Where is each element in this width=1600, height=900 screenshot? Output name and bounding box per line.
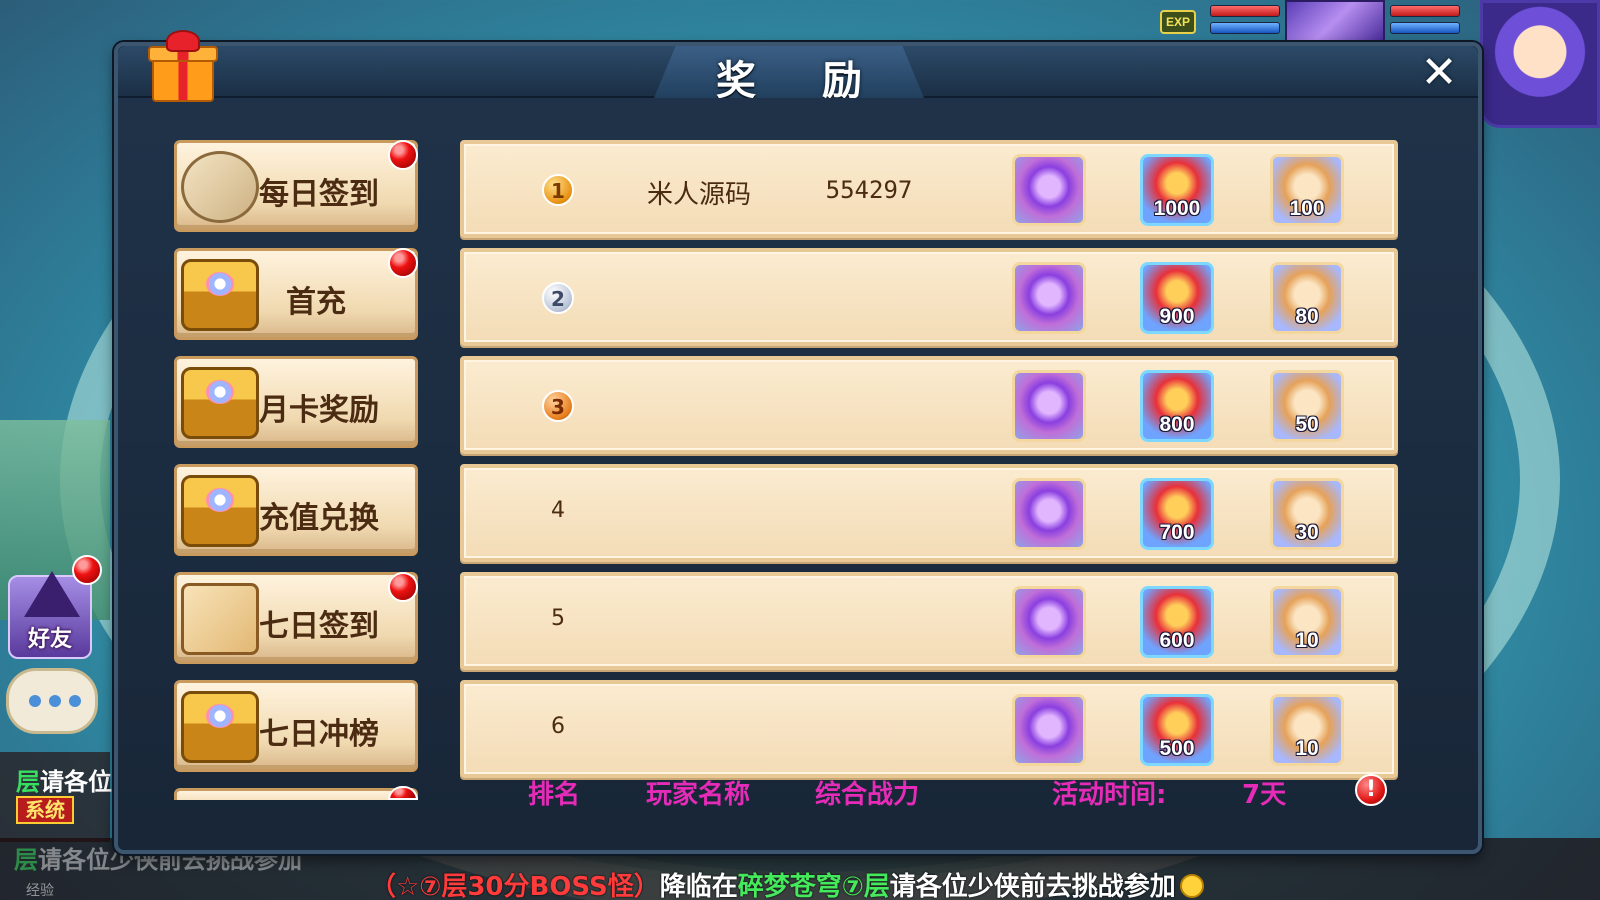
notification-dot [388, 572, 418, 602]
money-bag-reward-icon[interactable]: 80 [1270, 262, 1344, 334]
combat-power: 554297 [825, 176, 913, 204]
gift-pack-reward-icon[interactable]: 800 [1140, 370, 1214, 442]
player-mp-bar [1390, 22, 1460, 34]
money-bag-reward-icon[interactable]: 30 [1270, 478, 1344, 550]
treasure-chest-icon [181, 475, 259, 547]
title-plate: 奖 励 [654, 46, 924, 98]
ranking-row: 6 500 10 [460, 680, 1398, 778]
menu-item-daily-checkin[interactable]: 每日签到 [174, 140, 418, 232]
reward-count: 900 [1159, 305, 1195, 328]
activity-time-value: 7天 [1242, 780, 1287, 810]
menu-item-label: 每日签到 [259, 177, 379, 212]
rank-number: 5 [551, 606, 565, 631]
gift-pack-reward-icon[interactable]: 900 [1140, 262, 1214, 334]
rank-silver-medal-icon: 2 [542, 282, 574, 314]
gift-pack-reward-icon[interactable]: 1000 [1140, 154, 1214, 226]
menu-item-first-recharge[interactable]: 首充 [174, 248, 418, 340]
rank-number: 6 [551, 714, 565, 739]
reward-count: 80 [1295, 305, 1319, 328]
rank-column-header: 排名 [528, 780, 581, 810]
activity-time-label: 活动时间: [1052, 780, 1167, 810]
ranking-row: 3 800 50 [460, 356, 1398, 454]
friend-notification-dot [72, 555, 102, 585]
power-column-header: 综合战力 [815, 780, 920, 810]
reward-count: 30 [1295, 521, 1319, 544]
player-name: 米人源码 [646, 180, 751, 210]
gift-box-icon [148, 30, 218, 104]
player-column-header: 玩家名称 [646, 780, 751, 810]
announcement-text: （☆⑦层30分BOSS怪）降临在碎梦苍穹⑦层请各位少侠前去挑战参加 [370, 866, 1204, 900]
money-bag-reward-icon[interactable]: 10 [1270, 586, 1344, 658]
exp-bar-label: 经验 [26, 883, 54, 899]
purple-scroll-reward-icon[interactable] [1012, 586, 1086, 658]
friend-button[interactable]: 好友 [8, 571, 92, 659]
smile-emoji-icon [1179, 874, 1204, 898]
menu-item-seven-day-checkin[interactable]: 七日签到 [174, 572, 418, 664]
money-bag-reward-icon[interactable]: 10 [1270, 694, 1344, 766]
purple-scroll-reward-icon[interactable] [1012, 262, 1086, 334]
map-scroll-icon [181, 583, 259, 655]
treasure-chest-icon [181, 367, 259, 439]
purple-scroll-reward-icon[interactable] [1012, 478, 1086, 550]
menu-item-label: 首充 [286, 285, 346, 320]
purple-scroll-reward-icon[interactable] [1012, 370, 1086, 442]
menu-item-recharge-exchange[interactable]: 充值兑换 [174, 464, 418, 556]
rank-number: 4 [551, 498, 565, 523]
reward-count: 500 [1159, 737, 1195, 760]
ranking-row: 4 700 30 [460, 464, 1398, 562]
chat-dot-icon [29, 695, 41, 707]
chat-button[interactable] [6, 668, 98, 734]
notification-dot [388, 248, 418, 278]
scroll-icon [181, 151, 259, 223]
purple-scroll-reward-icon[interactable] [1012, 154, 1086, 226]
wizard-hat-icon [24, 571, 80, 617]
dialog-title: 奖 励 [716, 58, 888, 104]
pet-portrait[interactable] [1285, 0, 1385, 42]
reward-count: 10 [1295, 737, 1319, 760]
gift-pack-reward-icon[interactable]: 700 [1140, 478, 1214, 550]
gift-pack-reward-icon[interactable]: 500 [1140, 694, 1214, 766]
ranking-row: 1 米人源码 554297 1000 100 [460, 140, 1398, 238]
menu-item-label: 月卡奖励 [259, 393, 379, 428]
chat-dot-icon [69, 695, 81, 707]
ranking-row: 2 900 80 [460, 248, 1398, 346]
ranking-row: 5 600 10 [460, 572, 1398, 670]
menu-item-label: 充值兑换 [259, 501, 379, 536]
menu-item-seven-day-ranking[interactable]: 七日冲榜 [174, 680, 418, 772]
reward-count: 600 [1159, 629, 1195, 652]
pet-mp-bar [1210, 22, 1280, 34]
menu-item-partial[interactable] [174, 788, 418, 800]
menu-item-label: 七日签到 [259, 609, 379, 644]
player-hp-bar [1390, 5, 1460, 17]
notification-dot [388, 140, 418, 170]
reward-count: 1000 [1153, 197, 1201, 220]
gift-pack-reward-icon[interactable]: 600 [1140, 586, 1214, 658]
money-bag-reward-icon[interactable]: 50 [1270, 370, 1344, 442]
chat-dot-icon [49, 695, 61, 707]
rank-gold-medal-icon: 1 [542, 174, 574, 206]
reward-count: 700 [1159, 521, 1195, 544]
reward-count: 100 [1289, 197, 1325, 220]
pet-hp-bar [1210, 5, 1280, 17]
menu-item-label: 七日冲榜 [259, 717, 379, 752]
reward-count: 50 [1295, 413, 1319, 436]
chat-message: 层请各位 [16, 768, 112, 796]
exp-icon[interactable]: EXP [1160, 10, 1196, 34]
dialog-header: 奖 励 ✕ [118, 46, 1478, 98]
reward-count: 800 [1159, 413, 1195, 436]
close-button[interactable]: ✕ [1416, 50, 1462, 96]
reward-category-menu: 每日签到 首充 月卡奖励 充值兑换 七日签到 七日冲榜 [174, 140, 420, 800]
money-bag-reward-icon[interactable]: 100 [1270, 154, 1344, 226]
menu-item-monthly-card[interactable]: 月卡奖励 [174, 356, 418, 448]
system-channel-tag: 系统 [16, 796, 74, 824]
reward-count: 10 [1295, 629, 1319, 652]
purple-scroll-reward-icon[interactable] [1012, 694, 1086, 766]
friend-label: 好友 [27, 627, 72, 652]
hero-portrait-avatar[interactable] [1480, 0, 1600, 128]
info-icon[interactable]: ! [1355, 774, 1387, 806]
treasure-chest-icon [181, 691, 259, 763]
rank-bronze-medal-icon: 3 [542, 390, 574, 422]
